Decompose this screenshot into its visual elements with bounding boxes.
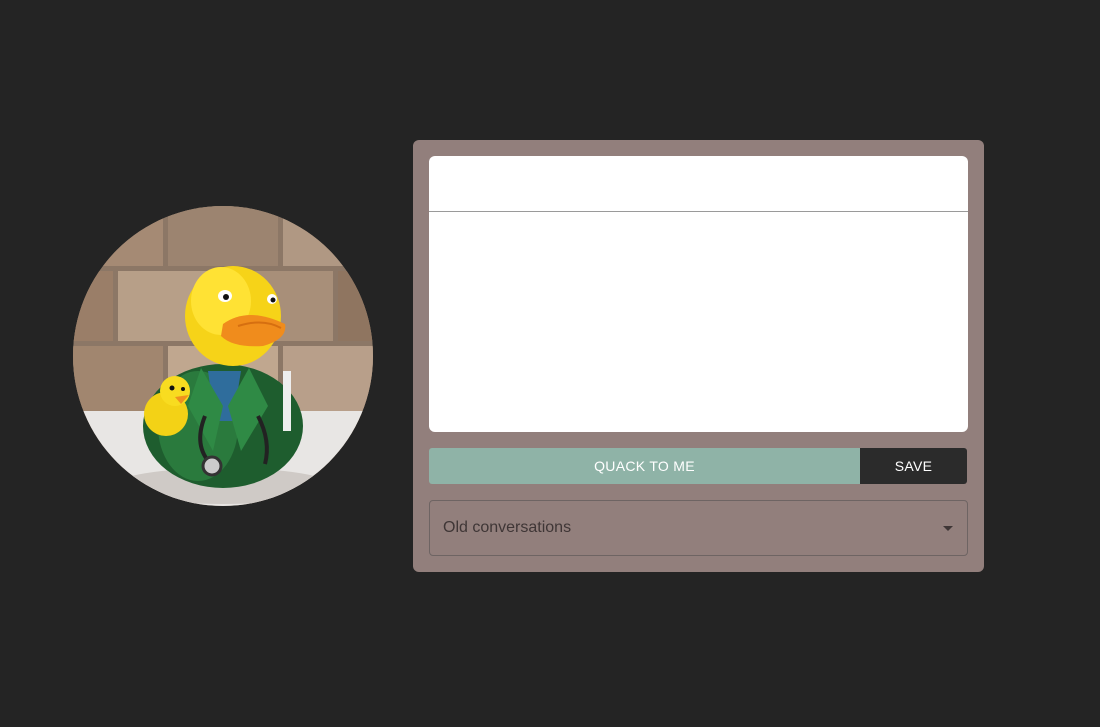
old-conversations-label: Old conversations [443, 519, 572, 536]
duck-avatar [73, 206, 373, 506]
old-conversations-select[interactable]: Old conversations [429, 500, 968, 556]
conversation-area [429, 212, 968, 432]
duck-photo-icon [73, 206, 373, 506]
save-button[interactable]: SAVE [860, 448, 967, 484]
quack-to-me-button[interactable]: QUACK TO ME [429, 448, 860, 484]
action-button-group: QUACK TO ME SAVE [429, 448, 967, 484]
message-input[interactable] [429, 156, 968, 212]
chat-panel: QUACK TO ME SAVE Old conversations [413, 140, 984, 572]
dropdown-arrow-icon [943, 526, 953, 531]
